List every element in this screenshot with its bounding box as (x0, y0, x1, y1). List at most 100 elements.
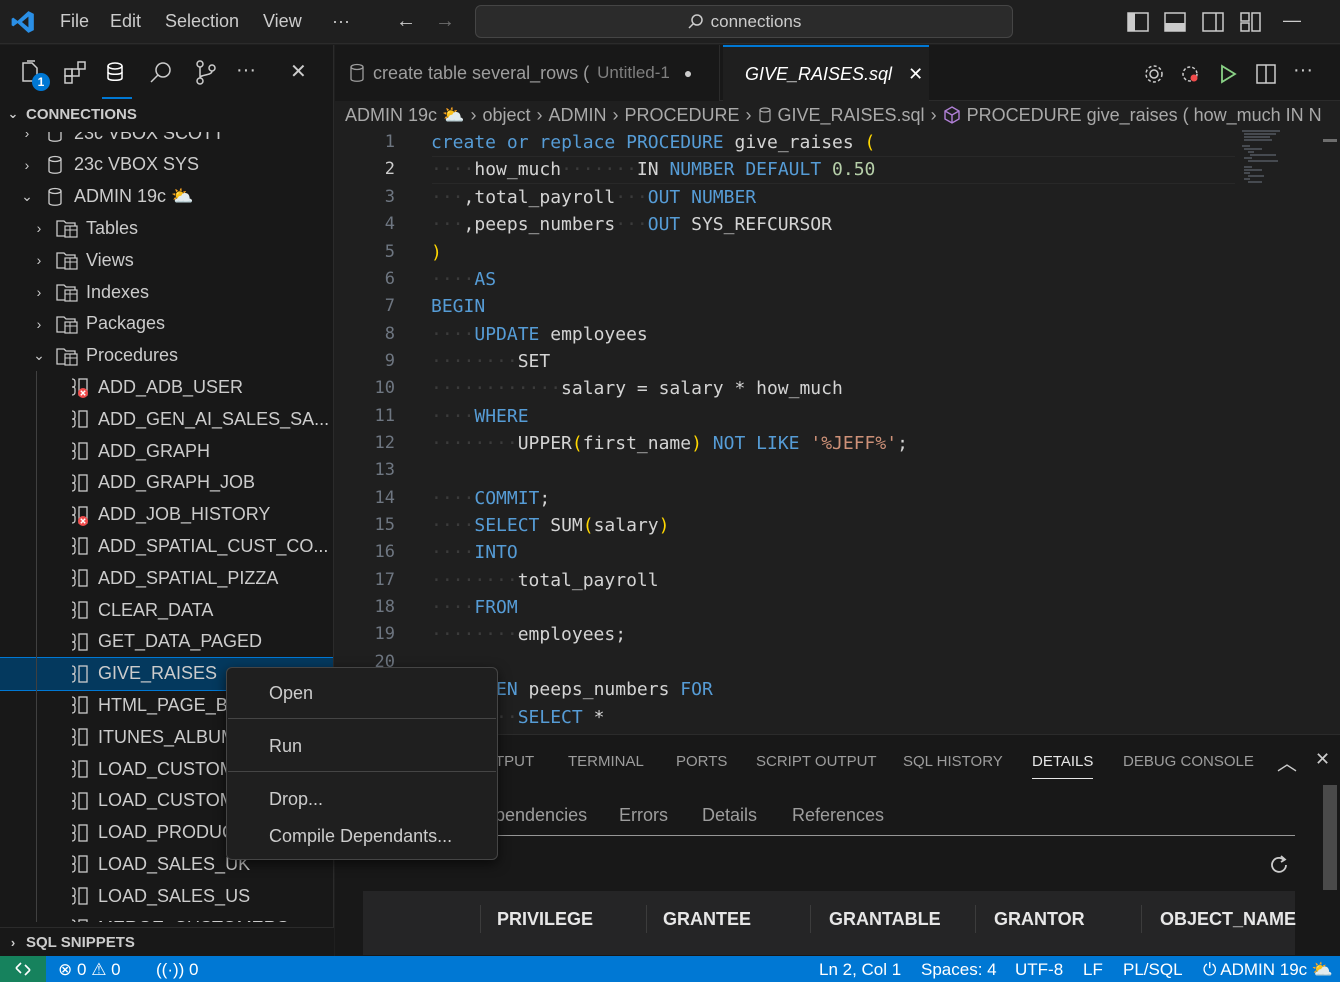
language-mode[interactable]: PL/SQL (1123, 960, 1183, 980)
menu-edit[interactable]: Edit (110, 11, 141, 32)
subtab-details[interactable]: Details (702, 805, 757, 826)
cursor-position[interactable]: Ln 2, Col 1 (819, 960, 901, 980)
menu-item-compile-dependants[interactable]: Compile Dependants... (269, 826, 452, 847)
search-icon[interactable] (148, 59, 176, 87)
menu-item-run[interactable]: Run (269, 736, 302, 757)
tree-item[interactable]: ⌄ Procedures (0, 340, 333, 372)
column-grantee[interactable]: GRANTEE (663, 909, 751, 930)
column-object-name[interactable]: OBJECT_NAME (1160, 909, 1296, 930)
chevron-right-icon[interactable]: › (32, 220, 46, 236)
breadcrumb-file[interactable]: GIVE_RAISES.sql (778, 105, 925, 126)
tree-item[interactable]: ADD_SPATIAL_CUST_CO... (0, 530, 333, 562)
tab-sql-history[interactable]: SQL HISTORY (903, 753, 1003, 770)
connections-section-header[interactable]: ⌄ CONNECTIONS (0, 101, 333, 127)
chevron-right-icon[interactable]: › (20, 132, 34, 141)
breadcrumb-connection[interactable]: ADMIN 19c ⛅ (345, 105, 464, 126)
minimap[interactable] (1240, 129, 1310, 189)
column-privilege[interactable]: PRIVILEGE (497, 909, 593, 930)
menu-item-open[interactable]: Open (269, 683, 313, 704)
tree-item[interactable]: › Packages (0, 308, 333, 340)
tab-debug-console[interactable]: DEBUG CONSOLE (1123, 753, 1254, 770)
tab-details[interactable]: DETAILS (1032, 753, 1094, 779)
editor-scrollbar[interactable] (1323, 139, 1337, 142)
ports-indicator[interactable]: ((·)) 0 (156, 960, 199, 980)
chevron-right-icon[interactable]: › (32, 284, 46, 300)
tree-item[interactable]: ADD_JOB_HISTORY (0, 499, 333, 531)
encoding[interactable]: UTF-8 (1015, 960, 1063, 980)
breadcrumb-symbol[interactable]: PROCEDURE give_raises ( how_much IN N (967, 105, 1322, 126)
column-grantor[interactable]: GRANTOR (994, 909, 1085, 930)
problems-indicator[interactable]: ⊗ 0 ⚠ 0 (58, 960, 121, 980)
tree-item[interactable]: › 23c VBOX SCOTT (0, 132, 333, 149)
tree-item[interactable]: GET_DATA_PAGED (0, 626, 333, 658)
toggle-panel-icon[interactable] (1164, 12, 1186, 32)
modified-dot-icon[interactable]: ● (684, 65, 692, 81)
tree-item[interactable]: MERGE_CUSTOMERS (0, 912, 333, 922)
arrow-left-icon[interactable]: ← (396, 10, 416, 33)
tab-script-output[interactable]: SCRIPT OUTPUT (756, 753, 877, 770)
column-grantable[interactable]: GRANTABLE (829, 909, 941, 930)
arrow-right-icon[interactable]: → (435, 10, 455, 33)
run-icon[interactable] (1217, 63, 1239, 85)
subtab-errors[interactable]: Errors (619, 805, 668, 826)
tree-item[interactable]: ADD_GRAPH_JOB (0, 467, 333, 499)
end-of-line[interactable]: LF (1083, 960, 1103, 980)
menu-selection[interactable]: Selection (165, 11, 239, 32)
tree-item[interactable]: ADD_GRAPH (0, 435, 333, 467)
toggle-secondary-sidebar-icon[interactable] (1202, 12, 1224, 32)
source-control-icon[interactable] (192, 59, 220, 87)
close-panel-icon[interactable]: ✕ (1315, 749, 1330, 770)
chevron-right-icon[interactable]: › (32, 252, 46, 268)
breadcrumb-schema[interactable]: ADMIN (548, 105, 606, 126)
extensions-icon[interactable] (62, 59, 90, 87)
chevron-down-icon[interactable]: ⌄ (32, 347, 46, 364)
minimize-button[interactable]: — (1283, 10, 1301, 31)
panel-scrollbar[interactable] (1323, 785, 1337, 890)
toggle-primary-sidebar-icon[interactable] (1127, 12, 1149, 32)
menu-more[interactable]: ··· (332, 11, 350, 32)
breadcrumb-object[interactable]: object (482, 105, 530, 126)
tree-item[interactable]: ADD_ADB_USER (0, 371, 333, 403)
tree-item[interactable]: › Indexes (0, 276, 333, 308)
command-center-search[interactable]: connections (475, 5, 1013, 38)
tab-ports[interactable]: PORTS (676, 753, 727, 770)
connection-indicator[interactable]: ⏻ ADMIN 19c ⛅ (1203, 960, 1333, 980)
subtab-dependencies[interactable]: pendencies (495, 805, 587, 826)
chevron-right-icon[interactable]: › (32, 316, 46, 332)
chevron-right-icon[interactable]: › (20, 157, 34, 173)
tree-item[interactable]: › Tables (0, 212, 333, 244)
refresh-icon[interactable] (1267, 853, 1291, 877)
tree-item[interactable]: ADD_GEN_AI_SALES_SA... (0, 403, 333, 435)
settings-gear-icon[interactable] (1143, 63, 1165, 85)
debug-icon[interactable] (1179, 63, 1201, 85)
menu-file[interactable]: File (60, 11, 89, 32)
sql-snippets-section[interactable]: › SQL SNIPPETS (0, 927, 334, 956)
tab-give-raises[interactable]: GIVE_RAISES.sql ✕ (723, 45, 929, 101)
close-icon[interactable]: ✕ (908, 64, 923, 85)
tab-terminal[interactable]: TERMINAL (568, 753, 644, 770)
tree-item[interactable]: CLEAR_DATA (0, 594, 333, 626)
menu-item-drop[interactable]: Drop... (269, 789, 323, 810)
chevron-down-icon[interactable]: ⌄ (20, 188, 34, 205)
tab-untitled-1[interactable]: create table several_rows ( Untitled-1 ● (335, 45, 720, 101)
breadcrumb-type[interactable]: PROCEDURE (624, 105, 739, 126)
remote-indicator[interactable] (0, 956, 46, 982)
tab-output[interactable]: TPUT (495, 753, 534, 770)
more-actions-icon[interactable]: ··· (1293, 59, 1313, 82)
tree-item[interactable]: ⌄ ADMIN 19c ⛅ (0, 181, 333, 213)
more-icon[interactable]: ··· (236, 59, 256, 82)
menu-view[interactable]: View (263, 11, 302, 32)
tree-item[interactable]: LOAD_SALES_US (0, 880, 333, 912)
sql-snippets-header[interactable]: › SQL SNIPPETS (0, 929, 334, 955)
split-editor-icon[interactable] (1255, 63, 1277, 85)
tree-item[interactable]: ADD_SPATIAL_PIZZA (0, 562, 333, 594)
tree-item[interactable]: › 23c VBOX SYS (0, 149, 333, 181)
tree-item[interactable]: › Views (0, 244, 333, 276)
maximize-panel-icon[interactable]: ︿ (1277, 747, 1297, 776)
code-editor[interactable]: 1 2 3 4 5 6 7 8 9 10 11 12 13 14 15 16 17 18 19 20 create o… (335, 129, 1340, 734)
indentation[interactable]: Spaces: 4 (921, 960, 997, 980)
database-icon[interactable] (104, 59, 132, 87)
close-icon[interactable]: ✕ (290, 59, 307, 84)
subtab-references[interactable]: References (792, 805, 884, 826)
customize-layout-icon[interactable] (1240, 12, 1262, 32)
